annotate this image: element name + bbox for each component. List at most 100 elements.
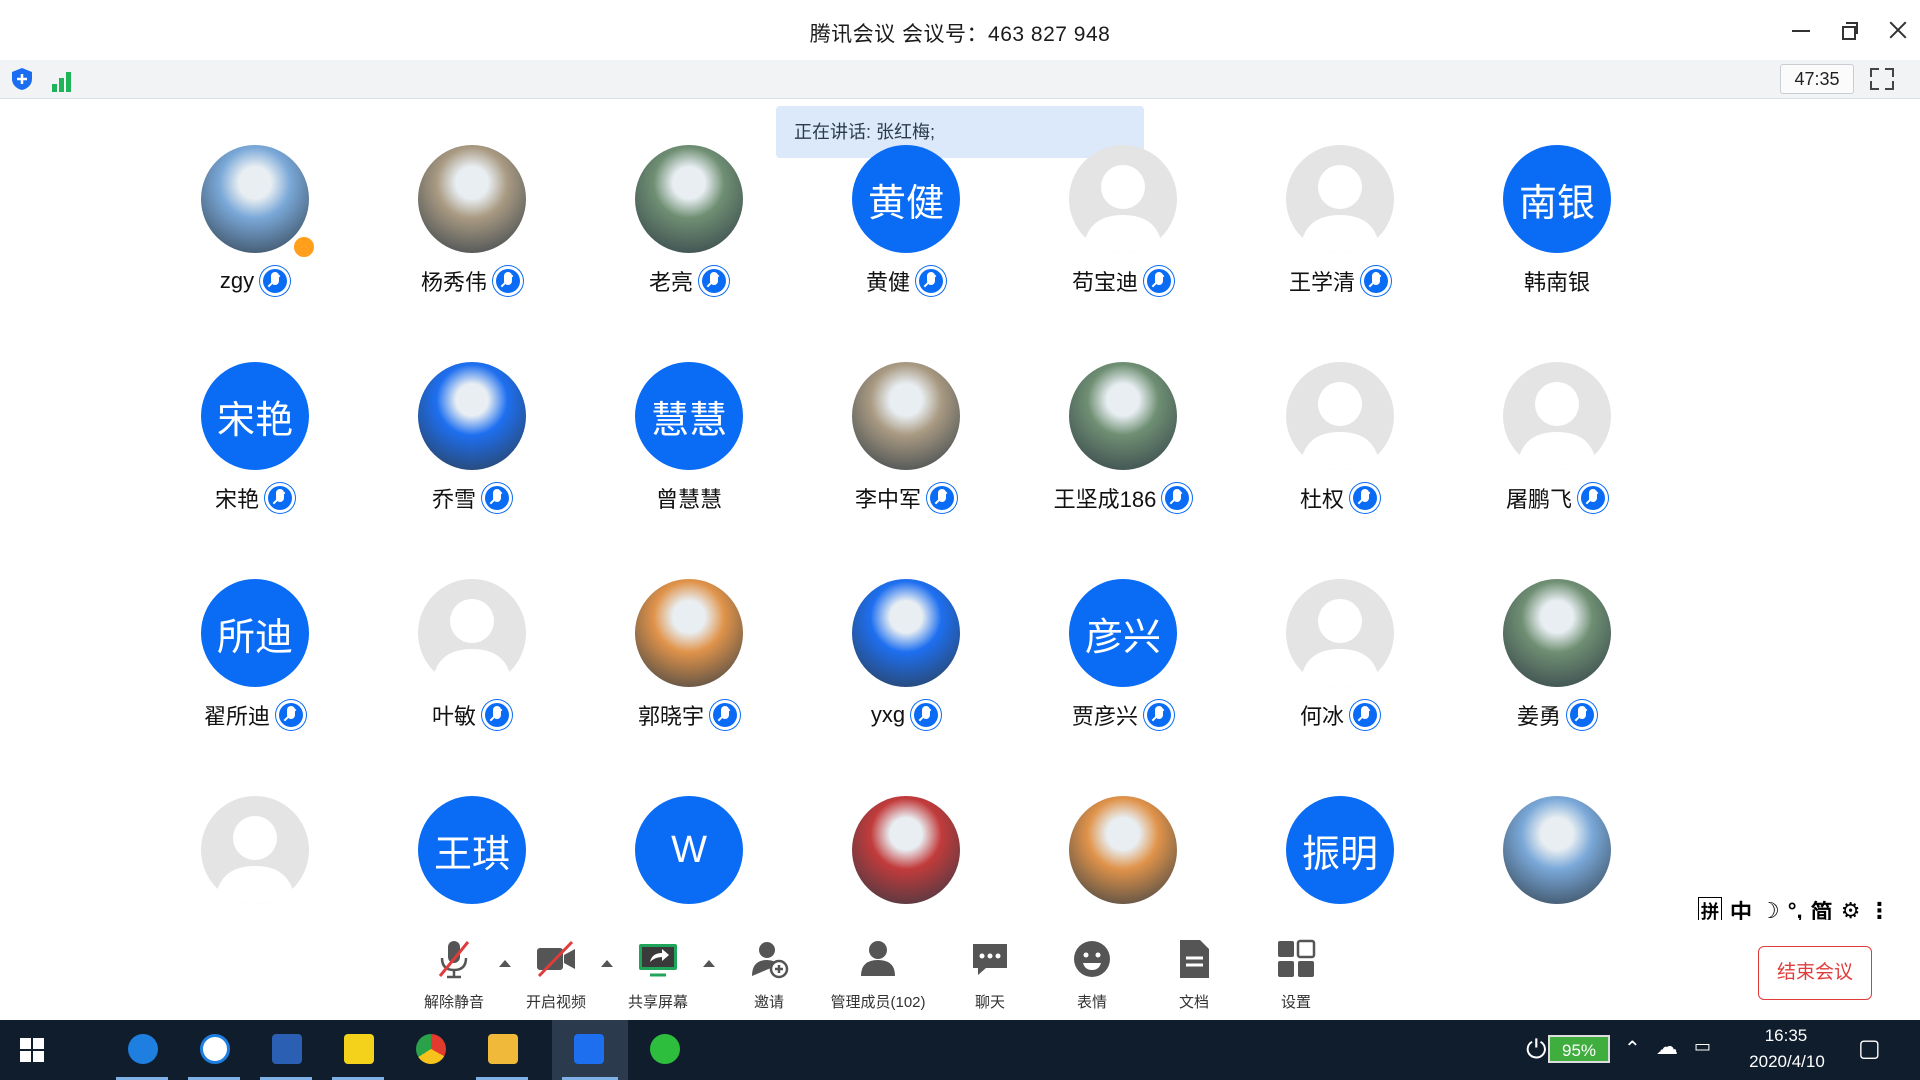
mic-muted-icon (482, 700, 512, 730)
participant-tile[interactable]: 王坚成186 (1023, 362, 1223, 542)
participant-name: 老亮 (648, 270, 693, 295)
minimize-button[interactable] (1788, 16, 1816, 44)
participant-name: 曾慧慧 (655, 487, 722, 512)
docs-label: 文档 (1178, 994, 1209, 1011)
close-button[interactable] (1884, 16, 1912, 44)
participant-name: 何冰 (1299, 704, 1344, 729)
participant-tile[interactable]: 黄健 黄健 (806, 145, 1006, 325)
mic-muted-icon (699, 266, 729, 296)
edge-app-icon[interactable] (106, 1020, 178, 1080)
avatar: 宋艳 (201, 362, 309, 470)
participant-tile[interactable]: 苟宝迪 (1023, 145, 1223, 325)
smile-icon (1074, 941, 1110, 977)
avatar (1503, 796, 1611, 904)
clock-date[interactable]: 2020/4/10 (1732, 1052, 1842, 1072)
manage-members-button[interactable]: 管理成员(102) (828, 938, 928, 1018)
mic-muted-icon (916, 266, 946, 296)
participant-name: zgy (219, 268, 255, 293)
unmute-button[interactable]: 解除静音 (404, 938, 504, 1018)
participant-tile[interactable]: 乔雪 (372, 362, 572, 542)
share-screen-button[interactable]: 共享屏幕 (608, 938, 708, 1018)
participant-tile[interactable]: 王学清 (1240, 145, 1440, 325)
participant-tile[interactable]: 李中军 (806, 362, 1006, 542)
mic-muted-icon (265, 483, 295, 513)
participant-name: 宋艳 (214, 487, 259, 512)
grid-settings-icon (1278, 939, 1316, 977)
avatar (1286, 362, 1394, 470)
participant-name-row: 贾彦兴 (1023, 699, 1223, 731)
participant-name-row: 曾慧慧 (589, 482, 789, 514)
avatar (1503, 579, 1611, 687)
host-badge-icon (292, 235, 316, 259)
sticky-notes-icon[interactable] (322, 1020, 394, 1080)
participant-name-row: 杨秀伟 (372, 265, 572, 297)
end-meeting-button[interactable]: 结束会议 (1758, 946, 1872, 1000)
participant-tile[interactable]: 郭晓宇 (589, 579, 789, 759)
plug-icon[interactable]: ⏻ (1526, 1034, 1547, 1066)
participant-tile[interactable]: 叶敏 (372, 579, 572, 759)
participant-tile[interactable]: 屠鹏飞 (1457, 362, 1657, 542)
avatar (635, 579, 743, 687)
participant-tile[interactable]: 杨秀伟 (372, 145, 572, 325)
participant-name-row: 屠鹏飞 (1457, 482, 1657, 514)
battery-icon[interactable]: ▭ (1694, 1036, 1711, 1057)
clock-app-icon[interactable] (178, 1020, 250, 1080)
os-taskbar: ⏻ 95% ⌃ ☁ ▭ 16:35 2020/4/10 ▢ (0, 1020, 1920, 1080)
mic-off-icon (438, 941, 470, 979)
participant-name: 王坚成186 (1053, 487, 1157, 512)
participant-tile[interactable]: 彦兴 贾彦兴 (1023, 579, 1223, 759)
fullscreen-icon[interactable] (1870, 68, 1894, 90)
mic-muted-icon (1144, 700, 1174, 730)
avatar: 王琪 (418, 796, 526, 904)
invite-icon (752, 942, 789, 979)
start-video-button[interactable]: 开启视频 (506, 938, 606, 1018)
avatar: 慧慧 (635, 362, 743, 470)
mic-muted-icon (260, 266, 291, 296)
file-explorer-icon[interactable] (466, 1020, 538, 1080)
docs-button[interactable]: 文档 (1144, 938, 1244, 1018)
mic-muted-icon (276, 700, 306, 730)
windows-start-icon[interactable] (20, 1038, 44, 1062)
participant-tile[interactable]: 宋艳 宋艳 (155, 362, 355, 542)
invite-button[interactable]: 邀请 (719, 938, 819, 1018)
wechat-app-icon[interactable] (628, 1020, 700, 1080)
meeting-toolbar: 解除静音 开启视频 共享屏幕 邀请 管理成员(102) 聊天 表情 文档 设置 (0, 920, 1920, 1020)
participant-name: 黄健 (865, 270, 910, 295)
notification-icon[interactable]: ▢ (1858, 1034, 1881, 1063)
participant-tile[interactable]: 老亮 (589, 145, 789, 325)
participant-tile[interactable]: zgy (155, 145, 355, 325)
mic-muted-icon (1567, 700, 1597, 730)
participant-name: 贾彦兴 (1071, 704, 1138, 729)
avatar (852, 796, 960, 904)
mic-muted-icon (493, 266, 523, 296)
video-label: 开启视频 (525, 994, 586, 1011)
battery-indicator[interactable]: 95% (1548, 1035, 1610, 1063)
avatar: 所迪 (201, 579, 309, 687)
emoji-button[interactable]: 表情 (1042, 938, 1142, 1018)
chrome-app-icon[interactable] (394, 1020, 466, 1080)
chat-button[interactable]: 聊天 (940, 938, 1040, 1018)
cloud-icon[interactable]: ☁ (1656, 1034, 1678, 1060)
signal-icon[interactable] (50, 68, 76, 92)
settings-button[interactable]: 设置 (1246, 938, 1346, 1018)
participant-tile[interactable]: 何冰 (1240, 579, 1440, 759)
chevron-up-icon[interactable]: ⌃ (1624, 1036, 1641, 1061)
participant-name: 翟所迪 (203, 704, 270, 729)
participant-tile[interactable]: 杜权 (1240, 362, 1440, 542)
participant-tile[interactable]: 姜勇 (1457, 579, 1657, 759)
participant-tile[interactable]: 南银 韩南银 (1457, 145, 1657, 325)
participant-tile[interactable]: 所迪 翟所迪 (155, 579, 355, 759)
tencent-meeting-app-icon[interactable] (552, 1020, 628, 1080)
participant-name-row: 翟所迪 (155, 699, 355, 731)
restore-button[interactable] (1838, 16, 1866, 44)
word-app-icon[interactable] (250, 1020, 322, 1080)
shield-icon[interactable] (10, 67, 34, 91)
unmute-label: 解除静音 (423, 994, 484, 1011)
participant-tile[interactable]: 慧慧 曾慧慧 (589, 362, 789, 542)
participant-name-row: 杜权 (1240, 482, 1440, 514)
participant-name: yxg (870, 702, 906, 727)
share-options-arrow[interactable] (703, 960, 715, 967)
participant-name-row: 叶敏 (372, 699, 572, 731)
clock-time[interactable]: 16:35 (1752, 1026, 1820, 1046)
participant-tile[interactable]: yxg (806, 579, 1006, 759)
